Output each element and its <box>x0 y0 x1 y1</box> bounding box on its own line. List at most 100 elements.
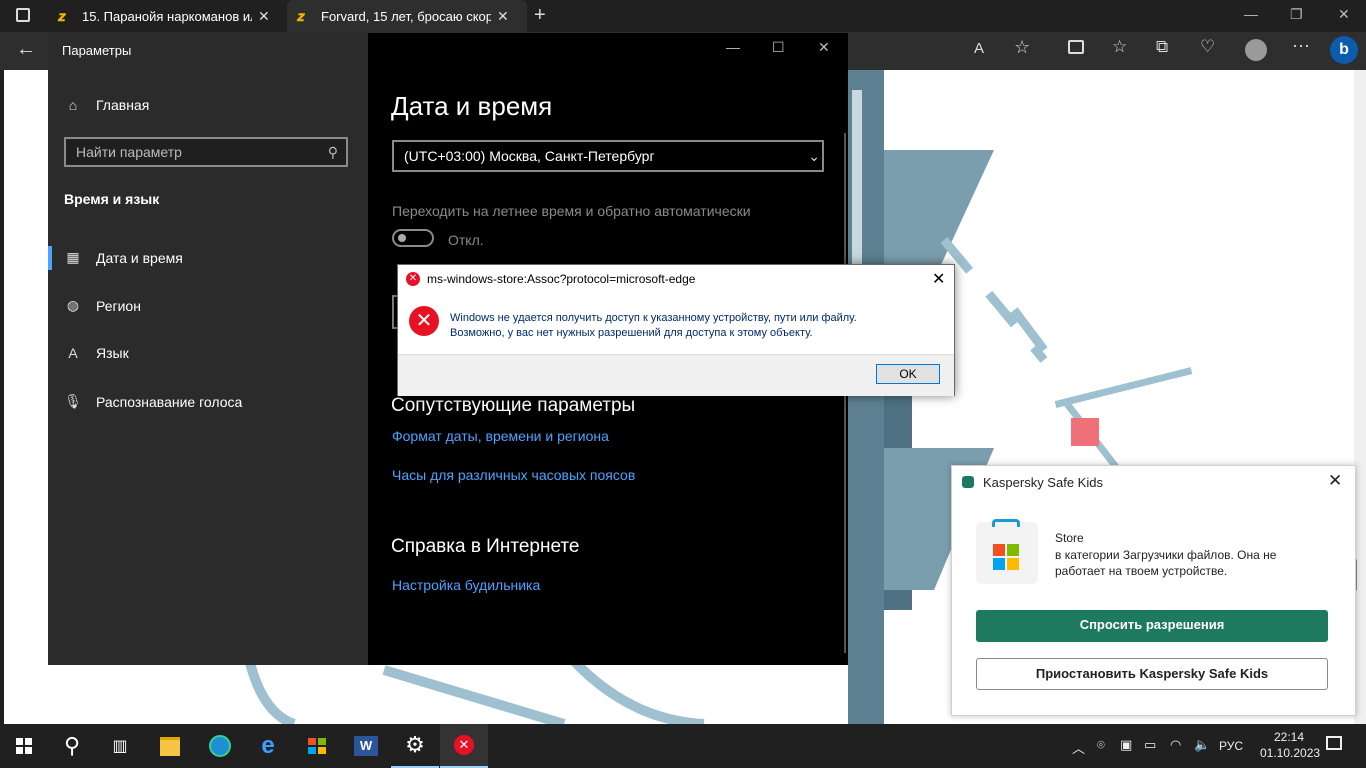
related-settings-title: Сопутствующие параметры <box>391 395 636 416</box>
close-window-icon[interactable]: ✕ <box>818 39 830 56</box>
word-icon[interactable]: W <box>342 724 390 768</box>
collections-icon[interactable]: ⧉ <box>1156 37 1168 57</box>
nav-item-speech[interactable]: 🎙 Распознавание голоса <box>64 393 242 410</box>
ok-button[interactable]: OK <box>876 364 940 384</box>
error-small-icon: ✕ <box>406 272 420 286</box>
task-view-icon[interactable]: ▥ <box>96 724 144 768</box>
block-message: в категории Загрузчики файлов. Она не ра… <box>1055 548 1277 578</box>
chevron-up-icon[interactable]: ︿ <box>1072 738 1085 757</box>
error-app-icon[interactable]: ✕ <box>440 724 488 768</box>
nav-item-date-time[interactable]: ▦ Дата и время <box>64 249 183 266</box>
notifications-icon[interactable] <box>1326 736 1342 750</box>
close-tab-icon[interactable]: ✕ <box>497 8 509 25</box>
section-title: Время и язык <box>64 191 160 207</box>
input-language[interactable]: РУС <box>1219 739 1243 753</box>
edge-icon[interactable] <box>196 724 244 768</box>
start-button[interactable] <box>0 724 48 768</box>
browser-tab[interactable]: 𝒛 15. Паранойя наркоманов или ✕ <box>48 0 284 32</box>
internet-explorer-icon[interactable]: e <box>244 724 292 768</box>
globe-icon: ◍ <box>66 297 80 313</box>
window-title: Параметры <box>62 43 132 58</box>
home-nav-item[interactable]: ⌂ Главная <box>64 97 150 113</box>
browser-tab-bar: 𝒛 15. Паранойя наркоманов или ✕ 𝒛 Forvar… <box>0 0 1366 32</box>
error-dialog: ✕ ms-windows-store:Assoc?protocol=micros… <box>397 264 955 396</box>
message-line: Возможно, у вас нет нужных разрешений дл… <box>450 327 813 339</box>
store-app-icon <box>976 519 1038 584</box>
new-tab-icon[interactable]: + <box>534 4 546 27</box>
timezone-select[interactable]: (UTC+03:00) Москва, Санкт-Петербург ⌄ <box>392 140 824 172</box>
dialog-message: Windows не удается получить доступ к ука… <box>450 311 857 341</box>
settings-sidebar: Параметры ⌂ Главная Найти параметр ⚲ Вре… <box>48 33 368 665</box>
minimize-icon[interactable]: — <box>726 39 740 55</box>
taskbar: ⚲ ▥ e W ⚙ ✕ ︿ ⌾ ▣ ▭ ◠ 🔈 РУС 22:14 01.10.… <box>0 724 1366 768</box>
file-explorer-icon[interactable] <box>146 724 194 768</box>
kaspersky-tray-icon[interactable]: ▣ <box>1120 737 1132 753</box>
help-title: Справка в Интернете <box>391 536 580 557</box>
nav-label: Дата и время <box>96 249 183 266</box>
nav-item-region[interactable]: ◍ Регион <box>64 297 141 314</box>
battery-icon[interactable]: ▭ <box>1144 737 1156 753</box>
site-favicon-icon: 𝒛 <box>58 8 66 24</box>
settings-gear-icon[interactable]: ⚙ <box>391 724 439 768</box>
wifi-icon[interactable]: ◠ <box>1170 737 1181 753</box>
favorite-star-icon[interactable]: ☆ <box>1014 37 1030 58</box>
nav-label: Распознавание голоса <box>96 393 243 410</box>
close-window-icon[interactable]: ✕ <box>1338 6 1350 23</box>
language-icon: A <box>68 345 78 361</box>
timezone-value: (UTC+03:00) Москва, Санкт-Петербург <box>404 148 655 164</box>
tab-actions-icon[interactable] <box>16 8 30 22</box>
search-placeholder: Найти параметр <box>76 144 182 160</box>
windows-logo-icon <box>16 738 32 754</box>
minimize-icon[interactable]: — <box>1244 6 1258 22</box>
home-label: Главная <box>96 97 150 113</box>
split-screen-icon[interactable] <box>1068 40 1084 54</box>
selected-indicator <box>48 246 52 270</box>
page-title: Дата и время <box>391 91 553 121</box>
read-aloud-icon[interactable]: A <box>974 40 984 57</box>
microphone-icon: 🎙 <box>64 393 82 409</box>
favorites-icon[interactable]: ☆ <box>1112 37 1127 57</box>
search-icon: ⚲ <box>327 144 338 160</box>
kaspersky-notification: Kaspersky Safe Kids ✕ Store в категории … <box>951 465 1356 716</box>
link-additional-clocks[interactable]: Часы для различных часовых поясов <box>392 467 635 483</box>
nav-item-language[interactable]: A Язык <box>64 345 129 361</box>
chevron-down-icon: ⌄ <box>808 148 820 164</box>
bing-copilot-icon[interactable]: b <box>1330 36 1358 64</box>
nav-label: Язык <box>96 345 129 361</box>
close-icon[interactable]: ✕ <box>932 269 945 289</box>
close-icon[interactable]: ✕ <box>1328 471 1342 491</box>
tray-app-icon[interactable]: ⌾ <box>1097 737 1105 753</box>
clock-date: 01.10.2023 <box>1260 746 1321 760</box>
more-options-icon[interactable]: ··· <box>1292 35 1310 56</box>
close-tab-icon[interactable]: ✕ <box>258 8 270 25</box>
profile-avatar[interactable] <box>1245 39 1267 61</box>
volume-icon[interactable]: 🔈 <box>1194 737 1210 753</box>
dialog-footer <box>398 354 954 396</box>
kaspersky-logo-icon <box>962 476 974 488</box>
dst-label: Переходить на летнее время и обратно авт… <box>392 203 751 219</box>
home-icon: ⌂ <box>68 97 78 113</box>
browser-tab-active[interactable]: 𝒛 Forvard, 15 лет, бросаю скорост ✕ <box>287 0 527 32</box>
site-favicon-icon: 𝒛 <box>297 8 305 24</box>
error-icon: ✕ <box>409 306 439 336</box>
microsoft-store-icon[interactable] <box>293 724 341 768</box>
app-name: Store <box>1055 531 1084 545</box>
maximize-icon[interactable]: ❐ <box>1290 6 1303 23</box>
clock[interactable]: 22:14 01.10.2023 <box>1260 729 1321 761</box>
dst-toggle[interactable] <box>392 229 434 247</box>
dialog-title: ms-windows-store:Assoc?protocol=microsof… <box>427 272 696 286</box>
maximize-icon[interactable]: ☐ <box>772 39 785 56</box>
dst-state: Откл. <box>448 232 484 248</box>
ask-permission-button[interactable]: Спросить разрешения <box>976 610 1328 642</box>
pause-kaspersky-button[interactable]: Приостановить Kaspersky Safe Kids <box>976 658 1328 690</box>
link-date-format[interactable]: Формат даты, времени и региона <box>392 428 609 444</box>
link-alarm-setup[interactable]: Настройка будильника <box>392 577 540 593</box>
message-line: Windows не удается получить доступ к ука… <box>450 312 857 324</box>
settings-search-input[interactable]: Найти параметр ⚲ <box>64 137 348 167</box>
back-icon[interactable]: ← <box>16 38 36 61</box>
browser-essentials-icon[interactable]: ♡ <box>1200 37 1215 57</box>
clock-time: 22:14 <box>1273 730 1305 744</box>
search-icon[interactable]: ⚲ <box>48 724 96 768</box>
notification-title: Kaspersky Safe Kids <box>983 475 1103 490</box>
nav-label: Регион <box>96 297 141 314</box>
